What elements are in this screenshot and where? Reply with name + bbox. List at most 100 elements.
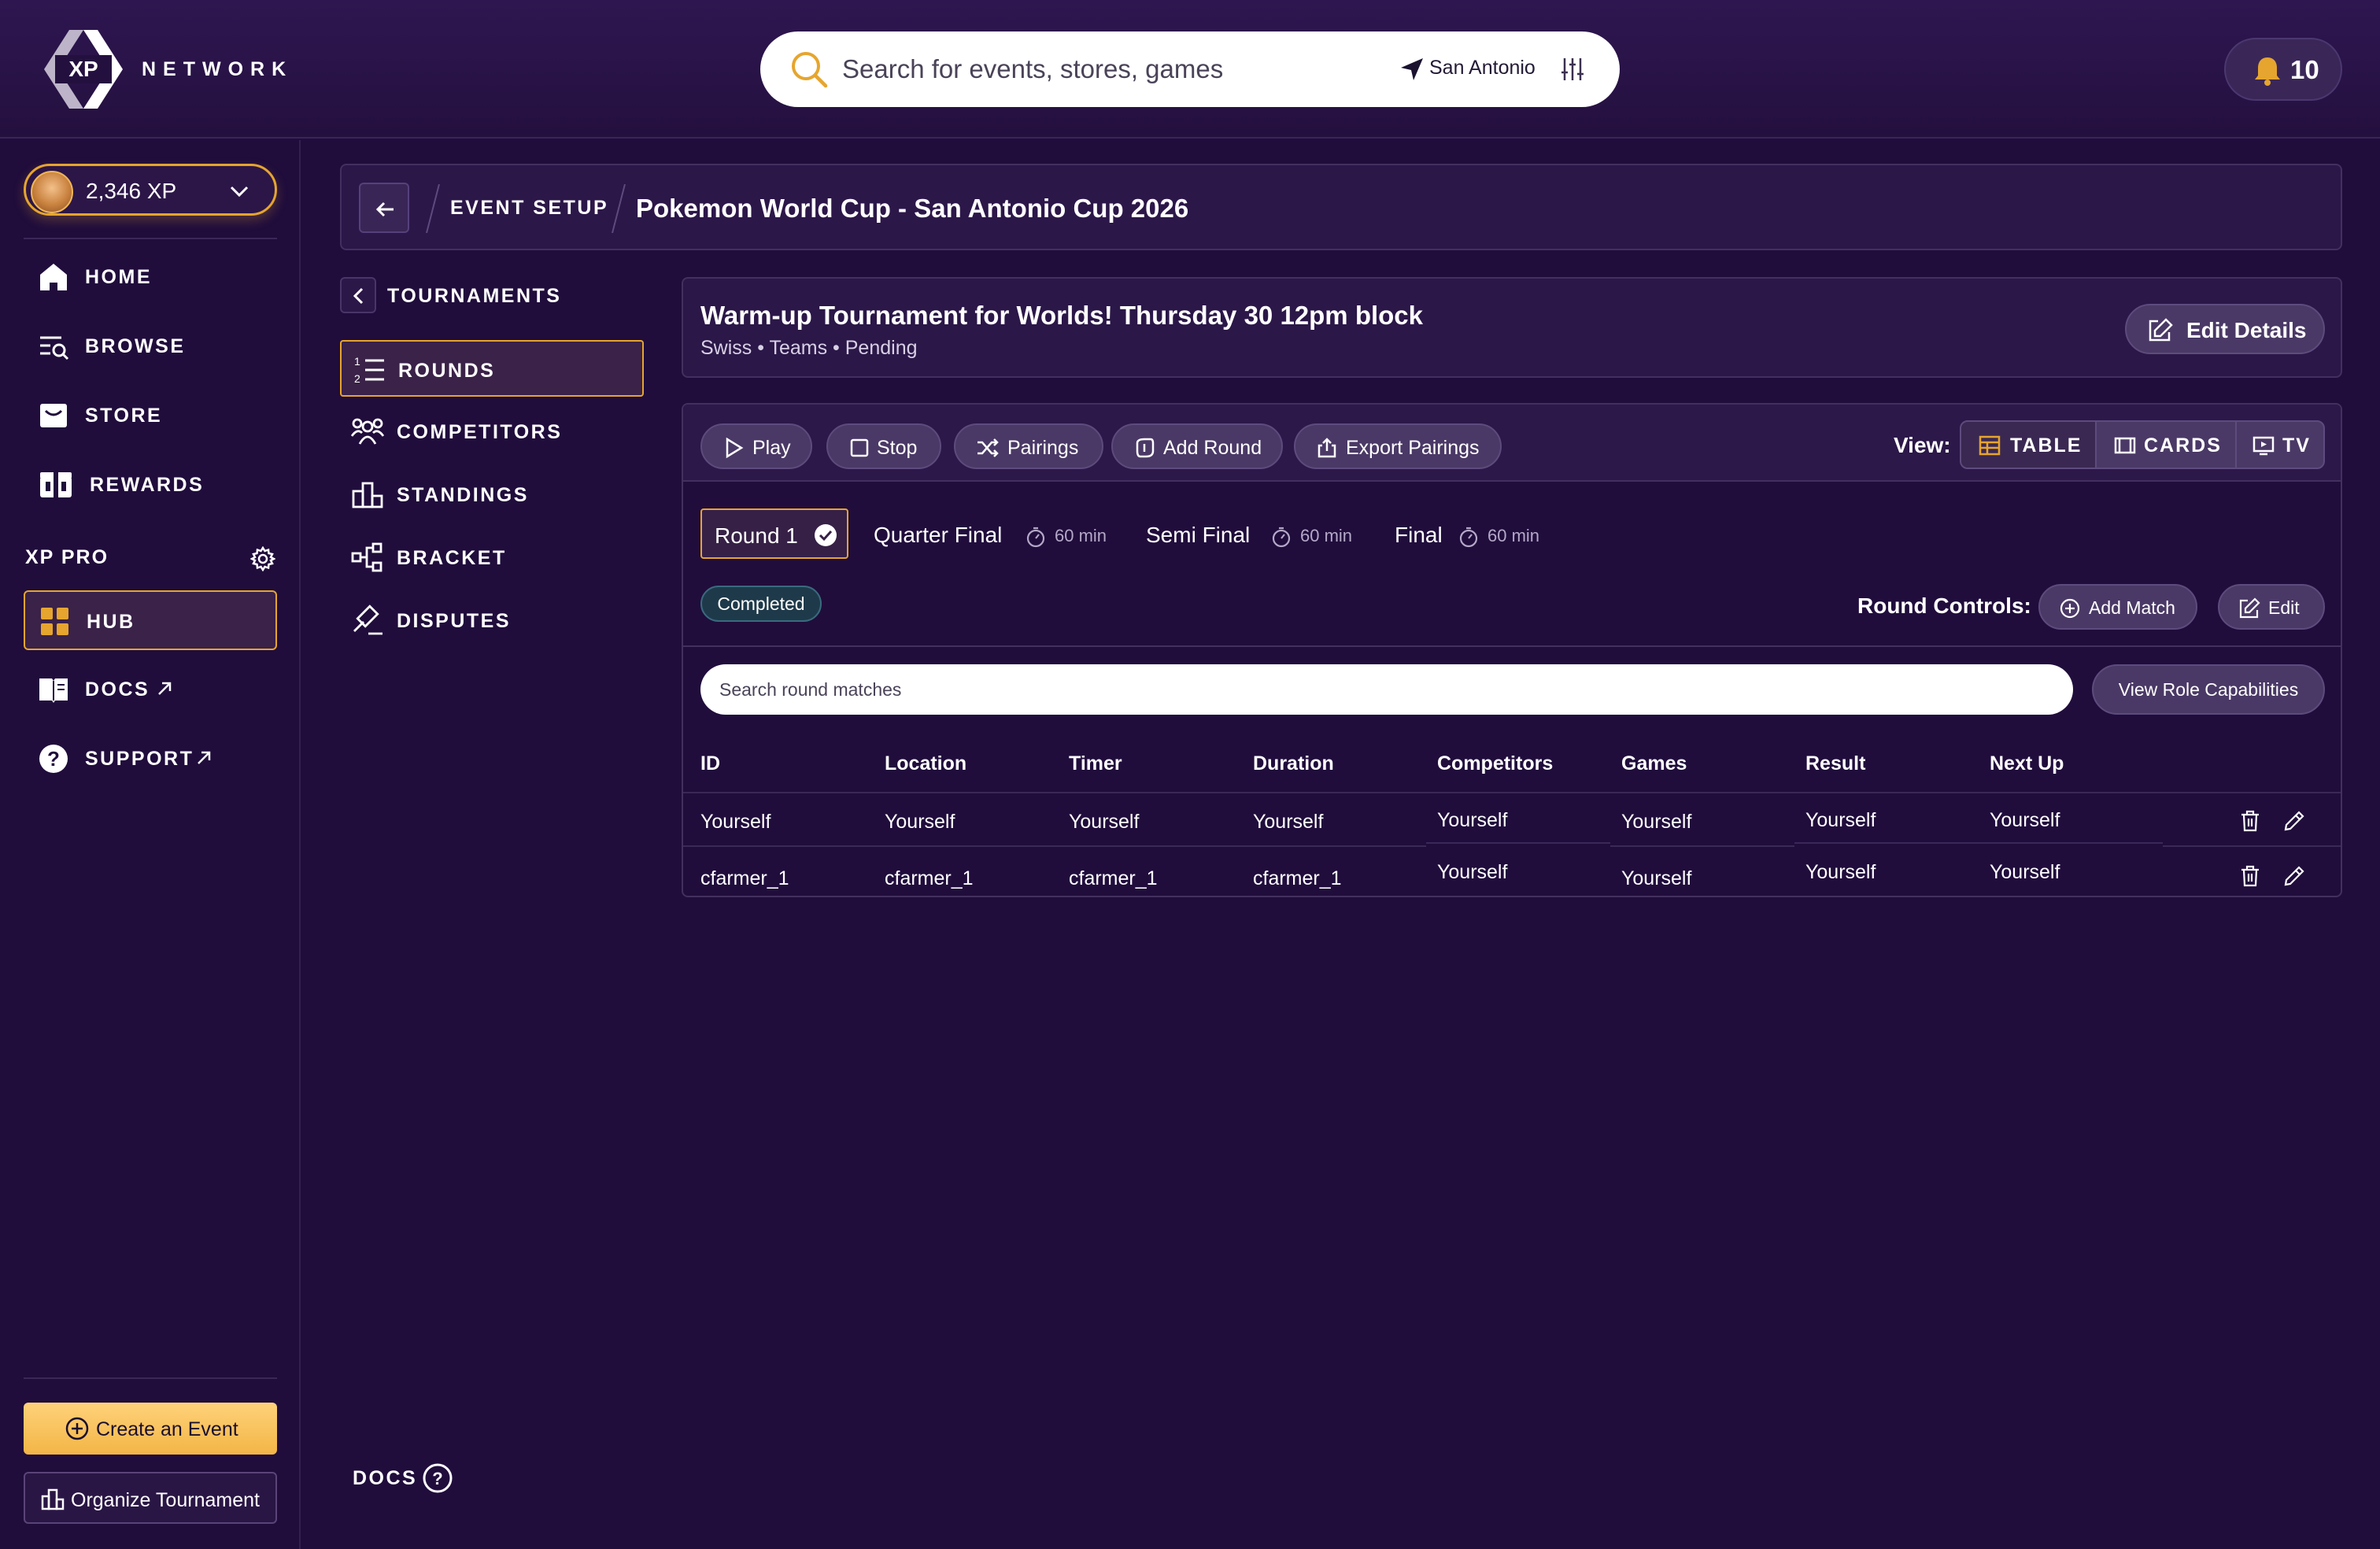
xp-network-logo-icon[interactable]: XP [38,24,129,115]
sidebar-item-support[interactable]: ? SUPPORT [24,729,277,789]
location-arrow-icon[interactable] [1399,57,1425,82]
organize-tournament-label: Organize Tournament [71,1489,260,1511]
round-tabs: Round 1 Quarter Final 60 min Semi Final … [683,483,2341,645]
cell-id: Yourself [700,811,771,833]
bell-icon [2252,55,2282,87]
help-icon: ? [38,743,69,774]
column-header[interactable]: Competitors [1437,752,1553,775]
cell-location: Yourself [885,811,955,833]
filter-sliders-icon[interactable] [1560,55,1585,83]
column-header[interactable]: Games [1621,752,1687,775]
cell-duration: cfarmer_1 [1253,867,1342,889]
arrow-left-icon [375,201,394,217]
stop-button[interactable]: Stop [826,423,941,469]
organize-tournament-button[interactable]: Organize Tournament [24,1472,277,1524]
pencil-icon[interactable] [2282,809,2306,833]
column-header[interactable]: Duration [1253,752,1334,775]
subnav-item-rounds[interactable]: 1 2 ROUNDS [340,340,644,397]
cell-result: Yourself [1805,809,1876,831]
cell-competitors: Yourself [1437,861,1508,883]
notifications-button[interactable]: 10 [2224,38,2342,101]
help-circle-icon[interactable]: ? [422,1462,453,1494]
sidebar-item-hub[interactable]: HUB [24,590,277,650]
row-divider [1794,842,2163,844]
edit-icon [2149,318,2173,342]
sidebar-item-label: STORE [85,405,163,427]
xp-balance-dropdown[interactable]: 2,346 XP [24,164,277,216]
pencil-icon[interactable] [2282,864,2306,888]
round-tab-final[interactable]: Final 60 min [1395,523,1560,551]
column-header[interactable]: Next Up [1990,752,2064,775]
cell-id: cfarmer_1 [700,867,789,889]
location-selector[interactable]: San Antonio [1429,57,1536,79]
round-tab-semi-final[interactable]: Semi Final 60 min [1146,523,1374,551]
cell-timer: Yourself [1069,811,1140,833]
sidebar-item-label: HUB [87,611,135,633]
round-matches-search-input[interactable] [700,664,2073,715]
sidebar-item-label: BROWSE [85,335,186,357]
back-button[interactable] [359,183,409,233]
gear-icon[interactable] [250,546,275,571]
divider [683,645,2341,647]
round-tab-quarter-final[interactable]: Quarter Final 60 min [874,523,1118,551]
xp-pro-section-label: XP PRO [25,546,109,568]
sidebar-item-store[interactable]: STORE [24,386,277,445]
column-header[interactable]: ID [700,752,720,775]
global-search-input[interactable] [842,49,1330,90]
round-tab-1[interactable]: Round 1 [700,508,848,559]
svg-text:2: 2 [354,372,360,385]
notification-count: 10 [2290,55,2319,84]
top-header: XP NETWORK San Antonio 10 [0,0,2380,139]
sidebar-item-label: REWARDS [90,474,205,496]
external-link-icon [195,749,213,767]
column-header[interactable]: Location [885,752,966,775]
round-duration: 60 min [1488,526,1540,545]
cell-games: Yourself [1621,867,1692,889]
subnav-item-competitors[interactable]: COMPETITORS [340,403,644,460]
edit-details-button[interactable]: Edit Details [2125,304,2325,354]
round-tab-label: Final [1395,523,1443,547]
podium-icon [41,1487,65,1510]
subnav-item-bracket[interactable]: BRACKET [340,529,644,586]
table-row[interactable]: Yourself Yourself Yourself Yourself Your… [683,793,2341,848]
round-tab-label: Semi Final [1146,523,1251,547]
sidebar-item-browse[interactable]: BROWSE [24,316,277,376]
round-tab-label: Round 1 [715,523,798,548]
play-button[interactable]: Play [700,423,812,469]
edit-details-label: Edit Details [2186,318,2307,342]
chevron-down-icon [227,182,251,201]
tournaments-link[interactable]: TOURNAMENTS [387,285,561,308]
sidebar-item-docs[interactable]: DOCS [24,660,277,719]
sidebar-item-rewards[interactable]: REWARDS [24,455,277,515]
pairings-button[interactable]: Pairings [954,423,1103,469]
bracket-icon [351,542,384,573]
trash-icon[interactable] [2238,864,2262,888]
breadcrumb-separator [425,184,441,233]
chevron-left-icon [353,287,364,305]
trash-icon[interactable] [2238,809,2262,833]
edit-round-button[interactable]: Edit [2218,584,2325,630]
left-sidebar: 2,346 XP HOME BROWSE STORE REWARDS XP PR… [0,140,301,1549]
export-pairings-button[interactable]: Export Pairings [1294,423,1502,469]
create-event-button[interactable]: Create an Event [24,1403,277,1455]
subnav-item-disputes[interactable]: DISPUTES [340,592,644,649]
view-toggle: TABLE CARDS TV [1960,420,2325,469]
view-tv-option[interactable]: TV [2235,422,2323,468]
column-header[interactable]: Result [1805,752,1865,775]
view-role-capabilities-button[interactable]: View Role Capabilities [2092,664,2325,715]
sidebar-item-label: SUPPORT [85,748,194,770]
add-round-button[interactable]: Add Round [1111,423,1283,469]
add-match-button[interactable]: Add Match [2038,584,2197,630]
breadcrumb-event-setup[interactable]: EVENT SETUP [450,197,608,220]
tv-icon [2252,436,2275,456]
sidebar-item-home[interactable]: HOME [24,247,277,307]
docs-link[interactable]: DOCS [353,1467,417,1490]
view-table-option[interactable]: TABLE [1961,422,2095,468]
shuffle-icon [978,438,999,457]
view-cards-option[interactable]: CARDS [2095,422,2235,468]
tournaments-back-button[interactable] [340,277,376,313]
column-header[interactable]: Timer [1069,752,1122,775]
subnav-item-standings[interactable]: STANDINGS [340,466,644,523]
home-icon [38,261,69,293]
table-row[interactable]: cfarmer_1 cfarmer_1 cfarmer_1 cfarmer_1 … [683,847,2341,896]
